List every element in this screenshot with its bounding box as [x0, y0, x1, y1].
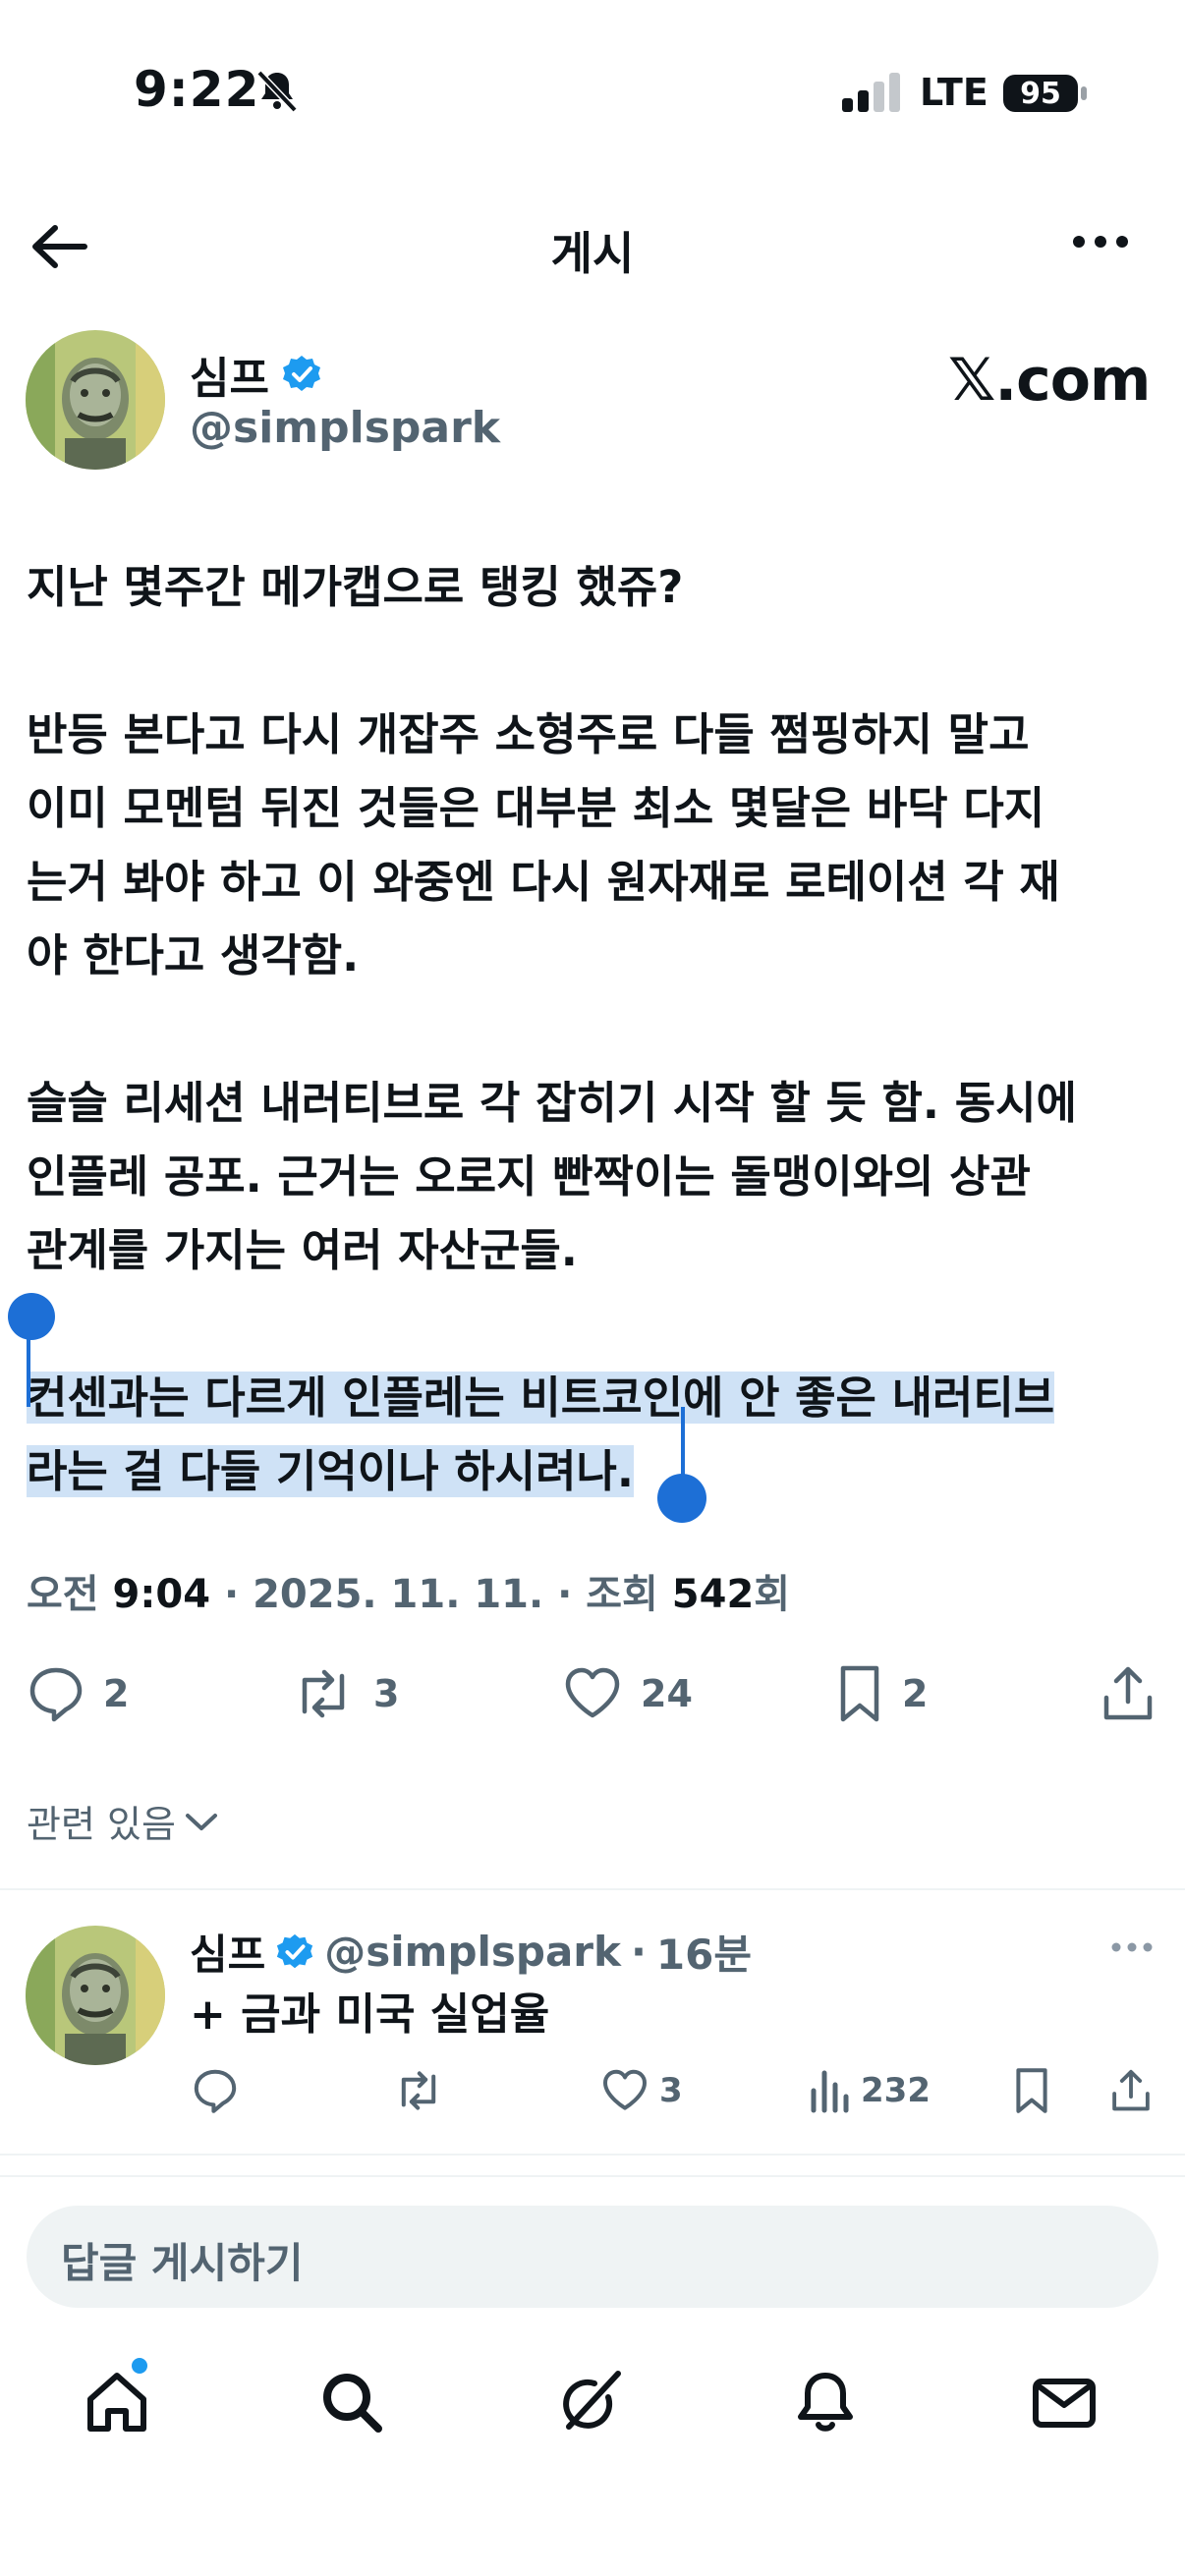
reply-views-count: 232: [861, 2071, 931, 2110]
battery-nub: [1081, 86, 1087, 100]
chevron-down-icon: [185, 1813, 217, 1830]
reply-repost-button[interactable]: [392, 2067, 445, 2114]
author-name-text: 심프: [190, 354, 269, 404]
views-suffix: 회: [754, 1572, 791, 1617]
avatar[interactable]: [26, 330, 165, 470]
tweet-body: 지난 몇주간 메가캡으로 탱킹 했쥬? 반등 본다고 다시 개잡주 소형주로 다…: [27, 550, 1166, 1508]
meta-separator: ·: [543, 1572, 587, 1617]
reply-author-name[interactable]: 심프: [190, 1922, 265, 1982]
heart-icon: [565, 1667, 620, 1718]
tweet-paragraph: 지난 몇주간 메가캡으로 탱킹 했쥬?: [27, 561, 684, 613]
heart-icon: [603, 2069, 647, 2110]
network-label: LTE: [920, 71, 988, 114]
reply-count: 2: [103, 1672, 130, 1715]
selection-handle-end[interactable]: [657, 1474, 706, 1523]
messages-icon[interactable]: [1030, 2368, 1099, 2436]
signal-icon: [842, 73, 903, 112]
notifications-icon[interactable]: [791, 2368, 860, 2436]
reply-like-button[interactable]: 3: [600, 2067, 683, 2114]
battery-icon: 95: [1003, 75, 1078, 112]
repost-icon: [302, 1669, 345, 1718]
battery-level: 95: [1020, 76, 1061, 111]
selected-text: 컨센과는 다르게 인플레는 비트코인에 안 좋은 내러티브 라는 걸 다들 기억…: [27, 1372, 1055, 1497]
reply-share-icon[interactable]: [1108, 2067, 1154, 2114]
bookmark-button[interactable]: 2: [835, 1664, 928, 1723]
reply-reply-button[interactable]: [192, 2067, 239, 2114]
post-time: 9:04: [112, 1572, 211, 1617]
divider: [0, 2175, 1185, 2177]
post-meta: 오전 9:04 · 2025. 11. 11. · 조회 542회: [27, 1562, 790, 1619]
views-label: 조회: [586, 1572, 658, 1617]
repost-button[interactable]: 3: [291, 1664, 399, 1723]
post-date: 2025. 11. 11.: [253, 1572, 544, 1617]
share-icon[interactable]: [1099, 1664, 1157, 1723]
composer-placeholder: 답글 게시하기: [61, 2239, 304, 2287]
tweet-paragraph-selected[interactable]: 컨센과는 다르게 인플레는 비트코인에 안 좋은 내러티브 라는 걸 다들 기억…: [27, 1361, 1166, 1508]
repost-icon: [401, 2071, 436, 2110]
verified-badge-icon: [281, 354, 322, 395]
repost-count: 3: [373, 1672, 400, 1715]
bookmark-count: 2: [902, 1672, 929, 1715]
more-options-icon[interactable]: [1071, 234, 1130, 250]
reply-button[interactable]: 2: [27, 1664, 129, 1723]
status-time: 9:22: [134, 61, 260, 118]
reply-separator: ·: [630, 1928, 647, 1976]
tweet-paragraph: 슬슬 리세션 내러티브로 각 잡히기 시작 할 듯 함. 동시에 인플레 공포.…: [27, 1077, 1077, 1276]
home-notification-dot: [132, 2358, 147, 2374]
reply-header: 심프 @simplspark · 16분: [190, 1922, 752, 1982]
divider: [0, 1888, 1185, 1890]
divider: [0, 2154, 1185, 2156]
bookmark-icon: [840, 1665, 879, 1722]
related-toggle[interactable]: 관련 있음: [27, 1794, 219, 1848]
selection-caret-end: [681, 1407, 685, 1478]
reply-time: 16분: [655, 1931, 753, 1979]
search-icon[interactable]: [317, 2368, 386, 2436]
verified-badge-icon: [275, 1932, 314, 1972]
author-name[interactable]: 심프: [190, 343, 322, 406]
views-count: 542: [671, 1572, 755, 1617]
bell-muted-icon: [254, 67, 301, 114]
like-count: 24: [641, 1672, 693, 1715]
selection-caret-start: [27, 1338, 30, 1407]
reply-like-count: 3: [659, 2071, 683, 2110]
reply-more-icon[interactable]: [1110, 1941, 1154, 1953]
tweet-paragraph: 반등 본다고 다시 개잡주 소형주로 다들 쩜핑하지 말고 이미 모멘텀 뒤진 …: [27, 708, 1060, 981]
selection-handle-start[interactable]: [8, 1293, 55, 1340]
author-handle[interactable]: @simplspark: [190, 403, 500, 453]
like-button[interactable]: 24: [562, 1664, 693, 1723]
reply-views-button[interactable]: 232: [808, 2067, 931, 2114]
reply-icon: [29, 1667, 83, 1722]
meta-separator: ·: [210, 1572, 254, 1617]
views-chart-icon: [811, 2070, 849, 2113]
home-icon[interactable]: [83, 2368, 151, 2436]
post-ampm: 오전: [27, 1572, 99, 1617]
bookmark-icon: [1016, 2068, 1047, 2113]
page-title: 게시: [550, 227, 635, 280]
reply-avatar[interactable]: [26, 1926, 165, 2065]
reply-bookmark-button[interactable]: [1012, 2067, 1051, 2114]
reply-icon: [194, 2069, 237, 2113]
grok-icon[interactable]: [555, 2368, 624, 2436]
reply-author-handle[interactable]: @simplspark: [324, 1928, 621, 1976]
brand-label: 𝕏.com: [948, 346, 1151, 415]
related-label: 관련 있음: [27, 1803, 176, 1846]
reply-text: + 금과 미국 실업율: [190, 1989, 550, 2040]
